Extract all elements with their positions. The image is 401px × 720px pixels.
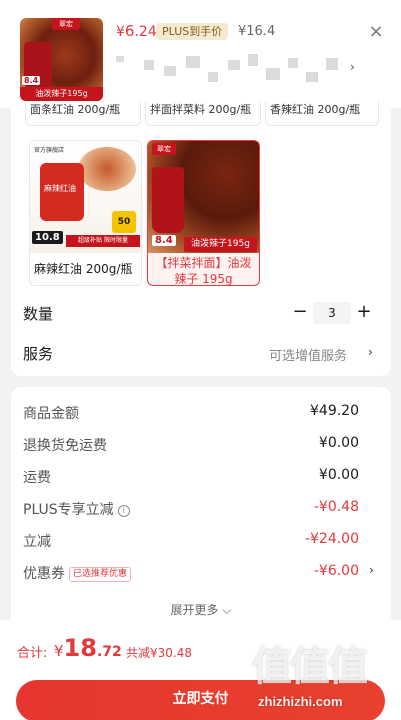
option-image: 翠宏 8.4 油泼辣子195g (148, 141, 259, 253)
option-strip: 油泼辣子195g (184, 237, 257, 252)
row-key: 优惠券 已选推荐优惠 (23, 563, 132, 583)
quantity-plus-button[interactable]: + (355, 303, 373, 321)
price-dec: .24 (134, 24, 157, 40)
blurred-address[interactable] (116, 52, 346, 86)
coupon-selected-tag: 已选推荐优惠 (69, 567, 132, 582)
spec-card: 面条红油 200g/瓶 拌面拌菜料 200g/瓶 香辣红油 200g/瓶 官方旗… (11, 102, 391, 376)
dish-image (78, 147, 136, 191)
service-chevron-icon[interactable]: › (368, 345, 373, 359)
plus-price-tag: PLUS到手价 (156, 23, 229, 40)
total-label: 合计: (17, 646, 48, 661)
info-icon[interactable]: i (117, 505, 130, 517)
option-price-tag: 8.4 (152, 235, 176, 246)
row-goods-amount: 商品金额 ¥49.20 (23, 403, 359, 425)
option-image: 官方旗舰店 麻辣红油 50 10.8 超级补贴 限时限量 (30, 141, 141, 253)
original-price: ¥16.4 (238, 24, 276, 39)
thumbnail-brand-badge: 翠宏 (52, 18, 80, 30)
row-value: -¥6.00 (313, 563, 359, 579)
option-prev-1[interactable]: 面条红油 200g/瓶 (25, 102, 141, 126)
row-value: -¥0.48 (313, 499, 359, 515)
option-youpo-lazi-selected[interactable]: 翠宏 8.4 油泼辣子195g 【拌菜拌面】油泼辣子 195g (147, 140, 260, 286)
product-thumbnail: 翠宏 8.4 油泼辣子195g (20, 18, 103, 101)
badge-50: 50 (112, 211, 136, 233)
row-coupon[interactable]: 优惠券 已选推荐优惠 -¥6.00 (23, 563, 359, 585)
brand-badge: 翠宏 (152, 143, 176, 155)
service-value[interactable]: 可选增值服务 (269, 345, 347, 364)
option-label: 麻辣红油 200g/瓶 (34, 262, 133, 276)
thumbnail-strip: 油泼辣子195g (20, 87, 103, 101)
shop-label: 官方旗舰店 (34, 147, 65, 154)
watermark-logo: 值值值 (252, 644, 368, 690)
row-shipping: 运费 ¥0.00 (23, 467, 359, 489)
service-label: 服务 (23, 345, 54, 363)
row-return-shipping: 退换货免运费 ¥0.00 (23, 435, 359, 457)
quantity-label: 数量 (23, 305, 54, 323)
row-instant-discount: 立减 -¥24.00 (23, 531, 359, 553)
quantity-minus-button[interactable]: − (292, 303, 308, 321)
previous-options-row: 面条红油 200g/瓶 拌面拌菜料 200g/瓶 香辣红油 200g/瓶 (11, 102, 391, 128)
site-watermark: 值值值 zhizhizhi.com (250, 622, 400, 720)
expand-more-button[interactable]: 展开更多 ⌵ (11, 601, 391, 618)
price-currency: ¥ (116, 24, 125, 40)
jar-image: 麻辣红油 (40, 163, 84, 221)
row-plus-discount: PLUS专享立减 i -¥0.48 (23, 499, 359, 521)
jar-image (152, 167, 184, 233)
option-prev-2[interactable]: 拌面拌菜料 200g/瓶 (145, 102, 261, 126)
quantity-input[interactable]: 3 (313, 302, 351, 324)
watermark-url: zhizhizhi.com (258, 694, 343, 709)
row-value: -¥24.00 (304, 531, 359, 547)
option-mala-hongyou[interactable]: 官方旗舰店 麻辣红油 50 10.8 超级补贴 限时限量 麻辣红油 200g/瓶 (29, 140, 142, 286)
row-key: 退换货免运费 (23, 438, 107, 454)
row-key: PLUS专享立减 i (23, 499, 130, 519)
option-price-bar: 10.8 (32, 231, 63, 244)
row-key: 立减 (23, 534, 51, 550)
option-prev-3[interactable]: 香辣红油 200g/瓶 (265, 102, 379, 126)
total-amount: ¥18.72 (54, 634, 122, 662)
product-header: 翠宏 8.4 油泼辣子195g ¥6.24 PLUS到手价 ¥16.4 × › (0, 0, 401, 108)
address-chevron-icon[interactable]: › (350, 60, 355, 74)
total-saved: 共减¥30.48 (126, 646, 192, 660)
plus-price: ¥6.24 (116, 22, 157, 40)
row-value: ¥49.20 (310, 403, 359, 419)
option-label: 【拌菜拌面】油泼辣子 195g (155, 256, 252, 286)
price-details-card: 商品金额 ¥49.20 退换货免运费 ¥0.00 运费 ¥0.00 PLUS专享… (11, 387, 391, 620)
subsidy-strip: 超级补贴 限时限量 (66, 235, 140, 247)
row-value: ¥0.00 (318, 435, 359, 451)
coupon-chevron-icon[interactable]: › (369, 563, 374, 577)
row-key: 商品金额 (23, 406, 79, 422)
row-key: 运费 (23, 470, 51, 486)
close-icon[interactable]: × (368, 23, 384, 41)
thumbnail-price-tag: 8.4 (22, 76, 41, 85)
row-value: ¥0.00 (318, 467, 359, 483)
